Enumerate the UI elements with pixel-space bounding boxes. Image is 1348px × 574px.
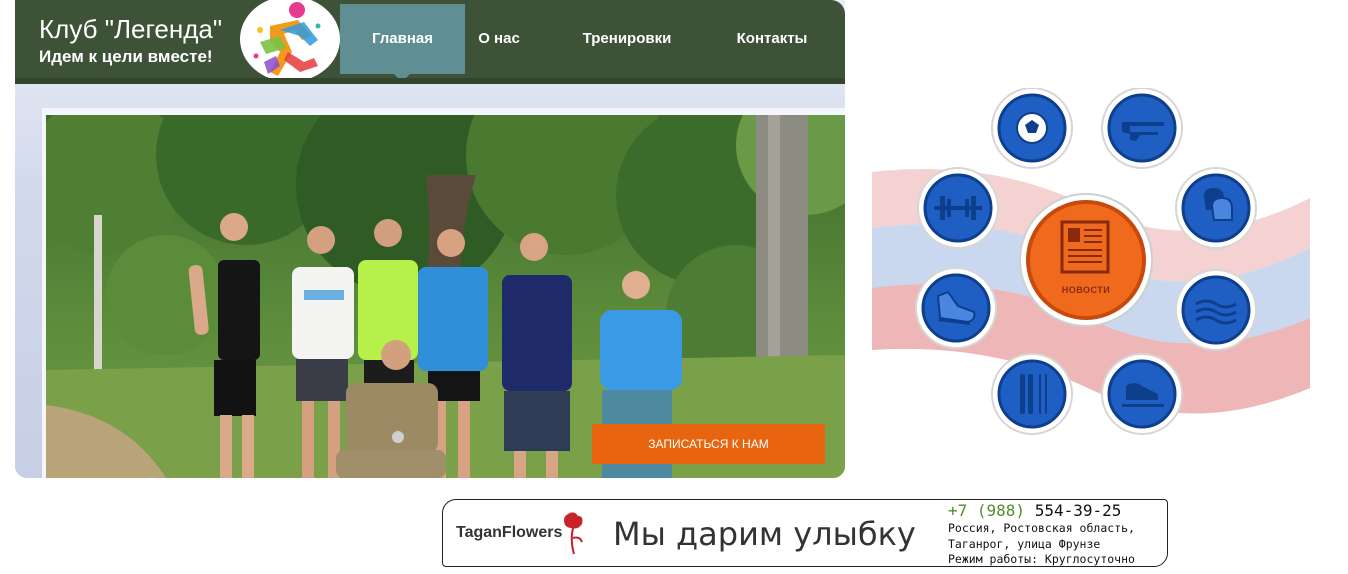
- boxing-glove-icon[interactable]: [1174, 166, 1258, 250]
- rose-icon: [558, 510, 588, 556]
- ad-slogan: Мы дарим улыбку: [613, 515, 916, 553]
- site-subtitle: Идем к цели вместе!: [39, 47, 213, 66]
- ad-phone-number: 554-39-25: [1025, 501, 1122, 520]
- ad-address-line2: Таганрог, улица Фрунзе: [948, 536, 1101, 551]
- rifle-shooting-icon[interactable]: [1100, 88, 1184, 170]
- ad-address-line1: Россия, Ростовская область,: [948, 521, 1135, 535]
- football-icon[interactable]: [990, 88, 1074, 170]
- nav-item-home[interactable]: Главная: [340, 4, 465, 74]
- nav-item-contacts-label: Контакты: [736, 30, 808, 47]
- nav-item-about[interactable]: О нас: [465, 4, 533, 74]
- skiing-icon[interactable]: [990, 352, 1074, 436]
- signup-button[interactable]: ЗАПИСАТЬСЯ К НАМ: [592, 424, 825, 464]
- nav-item-about-label: О нас: [478, 30, 520, 47]
- site-card: Клуб "Легенда" Идем к цели вместе! Главн…: [15, 0, 845, 478]
- ad-address: Россия, Ростовская область, Таганрог, ул…: [948, 521, 1135, 566]
- nav-item-home-label: Главная: [371, 30, 433, 47]
- running-shoe-icon[interactable]: [914, 266, 998, 350]
- news-hub-button[interactable]: НОВОСТИ: [1018, 192, 1154, 328]
- nav-item-contacts[interactable]: Контакты: [722, 4, 822, 74]
- nav-active-indicator: [394, 74, 410, 82]
- nav-item-trainings[interactable]: Тренировки: [576, 4, 678, 74]
- ad-banner[interactable]: TaganFlowers Мы дарим улыбку +7 (988) 55…: [442, 499, 1168, 567]
- swimming-icon[interactable]: [1174, 268, 1258, 352]
- speed-skating-icon[interactable]: [1100, 352, 1184, 436]
- weightlifting-icon[interactable]: [916, 166, 1000, 250]
- ad-hours: Режим работы: Круглосуточно: [948, 552, 1135, 566]
- nav-item-trainings-label: Тренировки: [582, 30, 672, 47]
- ad-phone-code: +7 (988): [948, 501, 1026, 520]
- ad-phone[interactable]: +7 (988) 554-39-25: [948, 501, 1121, 520]
- news-label: НОВОСТИ: [1061, 285, 1111, 295]
- site-title[interactable]: Клуб "Легенда": [39, 14, 222, 45]
- ad-brand-logo: TaganFlowers: [456, 524, 563, 541]
- runner-logo-icon[interactable]: [240, 0, 340, 82]
- sports-panel: НОВОСТИ: [872, 88, 1310, 444]
- site-header: Клуб "Легенда" Идем к цели вместе! Главн…: [15, 0, 845, 84]
